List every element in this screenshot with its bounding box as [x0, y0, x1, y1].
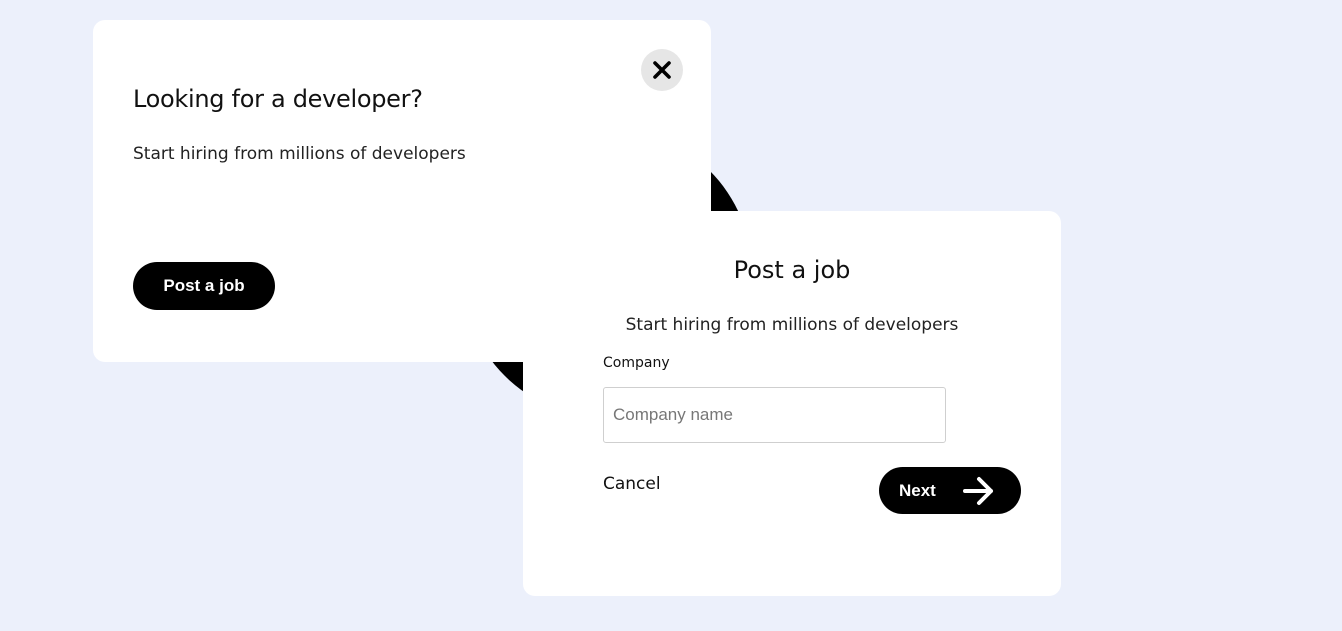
post-a-job-button[interactable]: Post a job [133, 262, 275, 310]
hire-card-subtitle: Start hiring from millions of developers [133, 144, 466, 164]
post-a-job-button-label: Post a job [163, 276, 245, 295]
post-job-title: Post a job [733, 256, 851, 284]
company-input[interactable] [603, 387, 946, 443]
cancel-button[interactable]: Cancel [603, 474, 661, 494]
post-job-subtitle: Start hiring from millions of developers [625, 315, 959, 335]
next-button[interactable]: Next [879, 467, 1021, 514]
close-icon [653, 61, 671, 79]
arrow-right-icon [962, 476, 993, 505]
next-button-label: Next [899, 480, 936, 500]
company-label: Company [603, 355, 670, 371]
hire-card-title: Looking for a developer? [133, 85, 423, 113]
close-button[interactable] [641, 49, 683, 91]
